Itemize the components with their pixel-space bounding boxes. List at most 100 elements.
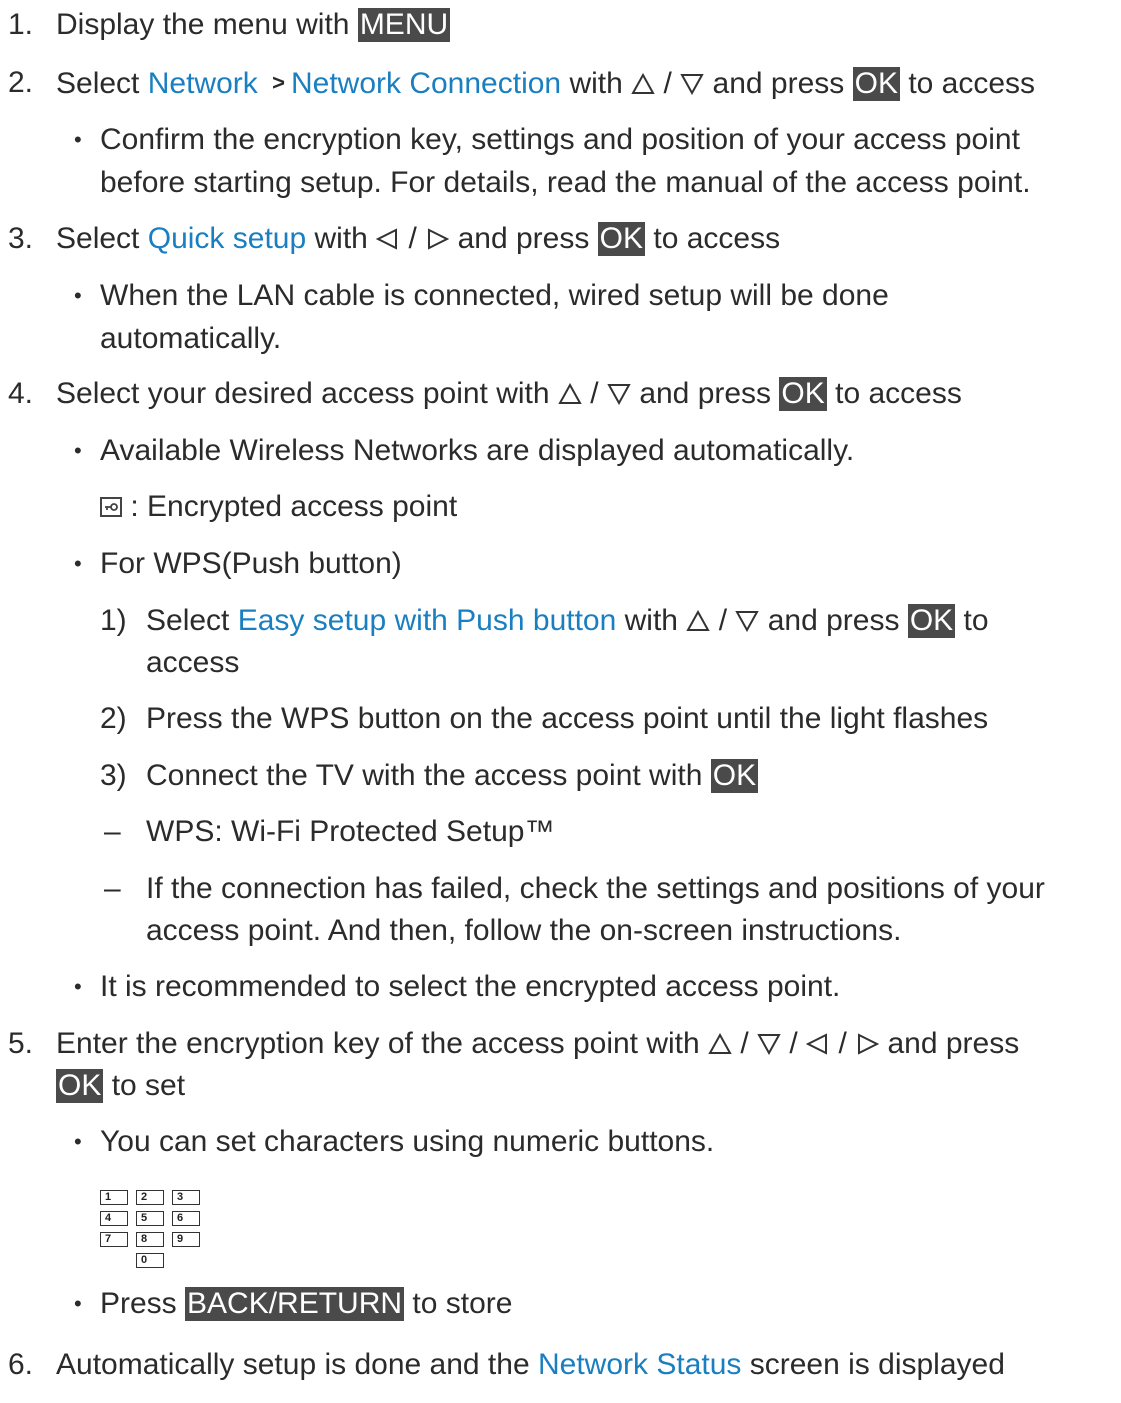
menu-key: MENU — [357, 8, 451, 42]
note-text: automatically. — [100, 322, 282, 355]
note-text: Press — [100, 1287, 177, 1320]
step-number: 5. — [8, 1027, 34, 1060]
numpad-key-4: 4 — [100, 1211, 128, 1226]
step-text: and press — [767, 604, 900, 637]
down-arrow-icon — [680, 73, 704, 95]
easy-setup-push-button-link[interactable]: Easy setup with Push button — [238, 604, 617, 637]
bullet: • — [74, 974, 82, 999]
step-text: access — [146, 646, 240, 679]
up-arrow-icon — [686, 610, 711, 632]
step-text: with — [624, 604, 678, 637]
step-number: 2. — [8, 66, 34, 99]
step-text: Select — [146, 604, 230, 637]
ok-key: OK — [852, 67, 900, 101]
step-text: Select your desired access point with — [56, 377, 550, 410]
step-text: Select — [56, 222, 140, 255]
numpad-key-9: 9 — [172, 1232, 200, 1247]
note-text: You can set characters using numeric but… — [100, 1125, 715, 1158]
ok-key: OK — [779, 377, 827, 411]
note-text: before starting setup. For details, read… — [100, 166, 1031, 199]
step-text: Select — [56, 67, 140, 100]
step-text: and press — [887, 1027, 1020, 1060]
bullet: • — [74, 1129, 82, 1154]
bullet: • — [74, 438, 82, 463]
right-arrow-icon — [855, 1033, 880, 1055]
bullet: • — [74, 551, 82, 576]
numpad-key-1: 1 — [100, 1190, 128, 1205]
encrypted-lock-icon — [100, 497, 122, 517]
network-link[interactable]: Network — [148, 67, 258, 100]
substep-number: 2) — [100, 702, 127, 735]
legend-text: : Encrypted access point — [130, 490, 458, 523]
step-text: and press — [712, 67, 845, 100]
note-text: Available Wireless Networks are displaye… — [100, 434, 855, 467]
step-number: 3. — [8, 222, 34, 255]
slash: / — [590, 377, 599, 410]
numpad-key-8: 8 — [136, 1232, 164, 1247]
numpad-key-3: 3 — [172, 1190, 200, 1205]
step-number: 4. — [8, 377, 34, 410]
step-text: screen is displayed — [749, 1348, 1005, 1381]
down-arrow-icon — [735, 610, 760, 632]
up-arrow-icon — [708, 1033, 732, 1055]
numpad-key-6: 6 — [172, 1211, 200, 1226]
step-text: Display the menu with — [56, 8, 350, 41]
ok-key: OK — [907, 604, 956, 638]
step-text: Connect the TV with the access point wit… — [146, 759, 703, 792]
step-text: with — [314, 222, 368, 255]
back-return-key: BACK/RETURN — [185, 1287, 405, 1321]
numpad-key-2: 2 — [136, 1190, 164, 1205]
step-number: 6. — [8, 1348, 34, 1381]
slash: / — [718, 604, 728, 637]
note-text: For WPS(Push button) — [100, 547, 402, 580]
step-text: to — [963, 604, 989, 637]
right-arrow-icon — [425, 228, 450, 250]
note-text: When the LAN cable is connected, wired s… — [100, 279, 889, 312]
note-text: If the connection has failed, check the … — [146, 872, 1045, 905]
network-connection-link[interactable]: Network Connection — [291, 67, 561, 100]
step-text: Enter the encryption key of the access p… — [56, 1027, 700, 1060]
ok-key: OK — [710, 759, 759, 793]
numpad-key-5: 5 — [136, 1211, 164, 1226]
note-text: Confirm the encryption key, settings and… — [100, 123, 1020, 156]
chevron-right-icon: > — [272, 70, 285, 95]
ok-key: OK — [597, 222, 646, 256]
step-number: 1. — [8, 8, 34, 41]
numpad-key-7: 7 — [100, 1232, 128, 1247]
up-arrow-icon — [631, 73, 655, 95]
note-text: It is recommended to select the encrypte… — [100, 970, 841, 1003]
slash: / — [838, 1027, 847, 1060]
left-arrow-icon — [806, 1033, 830, 1055]
quick-setup-link[interactable]: Quick setup — [148, 222, 306, 255]
step-text: Automatically setup is done and the — [56, 1348, 530, 1381]
down-arrow-icon — [607, 383, 631, 405]
ok-key: OK — [56, 1069, 104, 1103]
step-text: Press the WPS button on the access point… — [146, 702, 989, 735]
down-arrow-icon — [757, 1033, 781, 1055]
note-text: access point. And then, follow the on-sc… — [146, 914, 902, 947]
slash: / — [789, 1027, 798, 1060]
up-arrow-icon — [558, 383, 582, 405]
step-text: to set — [111, 1069, 186, 1102]
bullet: • — [74, 283, 82, 308]
step-text: to access — [908, 67, 1036, 100]
dash: – — [104, 872, 121, 905]
slash: / — [408, 222, 417, 255]
slash: / — [663, 67, 672, 100]
note-text: to store — [412, 1287, 513, 1320]
step-text: with — [569, 67, 623, 100]
step-text: to access — [835, 377, 962, 410]
bullet: • — [74, 1291, 82, 1316]
bullet: • — [74, 127, 82, 152]
slash: / — [740, 1027, 749, 1060]
network-status-link[interactable]: Network Status — [538, 1348, 741, 1381]
step-text: and press — [639, 377, 772, 410]
substep-number: 3) — [100, 759, 127, 792]
left-arrow-icon — [376, 228, 400, 250]
numpad-key-0: 0 — [136, 1253, 164, 1268]
step-text: and press — [457, 222, 590, 255]
substep-number: 1) — [100, 604, 127, 637]
note-text: WPS: Wi-Fi Protected Setup™ — [146, 815, 555, 848]
step-text: to access — [653, 222, 781, 255]
dash: – — [104, 815, 121, 848]
